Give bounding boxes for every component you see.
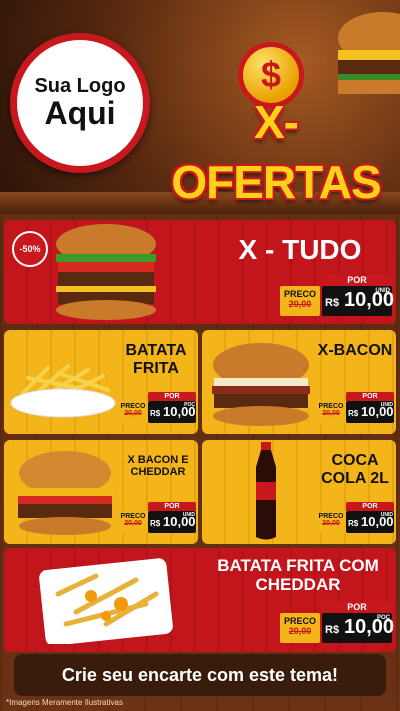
por-label: POR <box>148 502 196 511</box>
price-tag: POR PRECO 20,00 R$ 10,00 UNID <box>316 502 394 536</box>
product-title: X-BACON <box>317 342 393 359</box>
currency: R$ <box>150 519 161 528</box>
old-price: PRECO 20,00 <box>280 286 320 316</box>
preco-label: PRECO <box>283 616 316 626</box>
price-tag: POR PRECO 20,00 R$ 10,00 POÇ <box>118 392 196 426</box>
price-tag: POR PRECO 20,00 R$ 10,00 UNID <box>280 275 394 319</box>
x-tudo-burger-image <box>56 224 156 320</box>
unit-label: UNID <box>182 512 195 518</box>
new-price: R$ 10,00 UNID <box>148 511 196 533</box>
new-price: R$ 10,00 UNID <box>346 511 394 533</box>
preco-label: PRECO <box>120 513 146 520</box>
product-card-x-tudo[interactable]: -50% X - TUDO POR PRECO 20,00 R$ 10,00 U… <box>4 220 396 324</box>
unit-label: UNID <box>380 512 393 518</box>
currency: R$ <box>325 297 340 309</box>
preco-label: PRECO <box>318 403 344 410</box>
old-price-value: 20,00 <box>288 626 312 636</box>
product-title: X - TUDO <box>238 234 362 265</box>
old-price-value: 20,00 <box>288 299 312 309</box>
new-price: R$ 10,00 POÇ <box>148 401 196 423</box>
soda-bottle-image <box>256 442 276 540</box>
product-title: X BACON E CHEDDAR <box>127 454 189 479</box>
old-price: PRECO 20,00 <box>118 511 148 533</box>
cta-banner[interactable]: Crie seu encarte com este tema! <box>14 654 386 696</box>
new-price: R$ 10,00 UNID <box>322 286 394 316</box>
product-card-x-bacon-cheddar[interactable]: X BACON E CHEDDAR POR PRECO 20,00 R$ 10,… <box>4 440 198 544</box>
banner-title: X-OFERTAS <box>171 96 381 208</box>
price-tag: POR PRECO 20,00 R$ 10,00 UNID <box>316 392 394 426</box>
discount-badge: -50% <box>12 231 48 267</box>
old-price-value: 20,00 <box>124 410 142 417</box>
old-price-value: 20,00 <box>124 520 142 527</box>
cta-text: Crie seu encarte com este tema! <box>61 664 339 685</box>
product-card-batata-frita[interactable]: BATATA FRITA POR PRECO 20,00 R$ 10,00 PO… <box>4 330 198 434</box>
product-card-batata-cheddar[interactable]: BATATA FRITA COM CHEDDAR POR PRECO 20,00… <box>4 548 396 652</box>
new-price: R$ 10,00 POÇ <box>322 613 394 643</box>
unit-label: POÇ <box>184 402 195 408</box>
price-tag: POR PRECO 20,00 R$ 10,00 POÇ <box>280 602 394 646</box>
currency: R$ <box>325 624 340 636</box>
old-price: PRECO 20,00 <box>316 511 346 533</box>
por-label: POR <box>148 392 196 401</box>
old-price: PRECO 20,00 <box>118 401 148 423</box>
old-price: PRECO 20,00 <box>280 613 320 643</box>
product-title: COCA COLA 2L <box>321 452 389 487</box>
logo-line-2: Aqui <box>44 94 116 131</box>
logo-line-1: Sua Logo <box>34 74 126 97</box>
header-burger-image <box>338 12 400 94</box>
unit-label: UNID <box>380 402 393 408</box>
por-label: POR <box>346 502 394 511</box>
old-price: PRECO 20,00 <box>316 401 346 423</box>
currency: R$ <box>348 409 359 418</box>
product-title: BATATA FRITA COM CHEDDAR <box>217 556 379 595</box>
bacon-cheddar-burger-image <box>16 451 114 535</box>
product-card-x-bacon[interactable]: X-BACON POR PRECO 20,00 R$ 10,00 UNID <box>202 330 396 434</box>
unit-label: UNID <box>375 288 390 294</box>
old-price-value: 20,00 <box>322 520 340 527</box>
cheddar-fries-image <box>39 558 173 644</box>
currency: R$ <box>150 409 161 418</box>
unit-label: POÇ <box>376 615 390 621</box>
currency: R$ <box>348 519 359 528</box>
disclaimer-text: *Imagens Meramente Ilustrativas <box>6 698 123 707</box>
por-label: POR <box>346 392 394 401</box>
preco-label: PRECO <box>283 289 316 299</box>
por-label: POR <box>322 275 392 286</box>
logo-placeholder: Sua Logo Aqui <box>10 33 150 173</box>
product-card-coca-cola[interactable]: COCA COLA 2L POR PRECO 20,00 R$ 10,00 UN… <box>202 440 396 544</box>
new-price: R$ 10,00 UNID <box>346 401 394 423</box>
preco-label: PRECO <box>318 513 344 520</box>
fries-bowl-image <box>10 364 116 418</box>
coin-symbol: $ <box>260 54 282 95</box>
product-title: BATATA FRITA <box>125 342 187 377</box>
x-bacon-burger-image <box>212 343 310 426</box>
price-tag: POR PRECO 20,00 R$ 10,00 UNID <box>118 502 196 536</box>
por-label: POR <box>322 602 392 613</box>
preco-label: PRECO <box>120 403 146 410</box>
old-price-value: 20,00 <box>322 410 340 417</box>
